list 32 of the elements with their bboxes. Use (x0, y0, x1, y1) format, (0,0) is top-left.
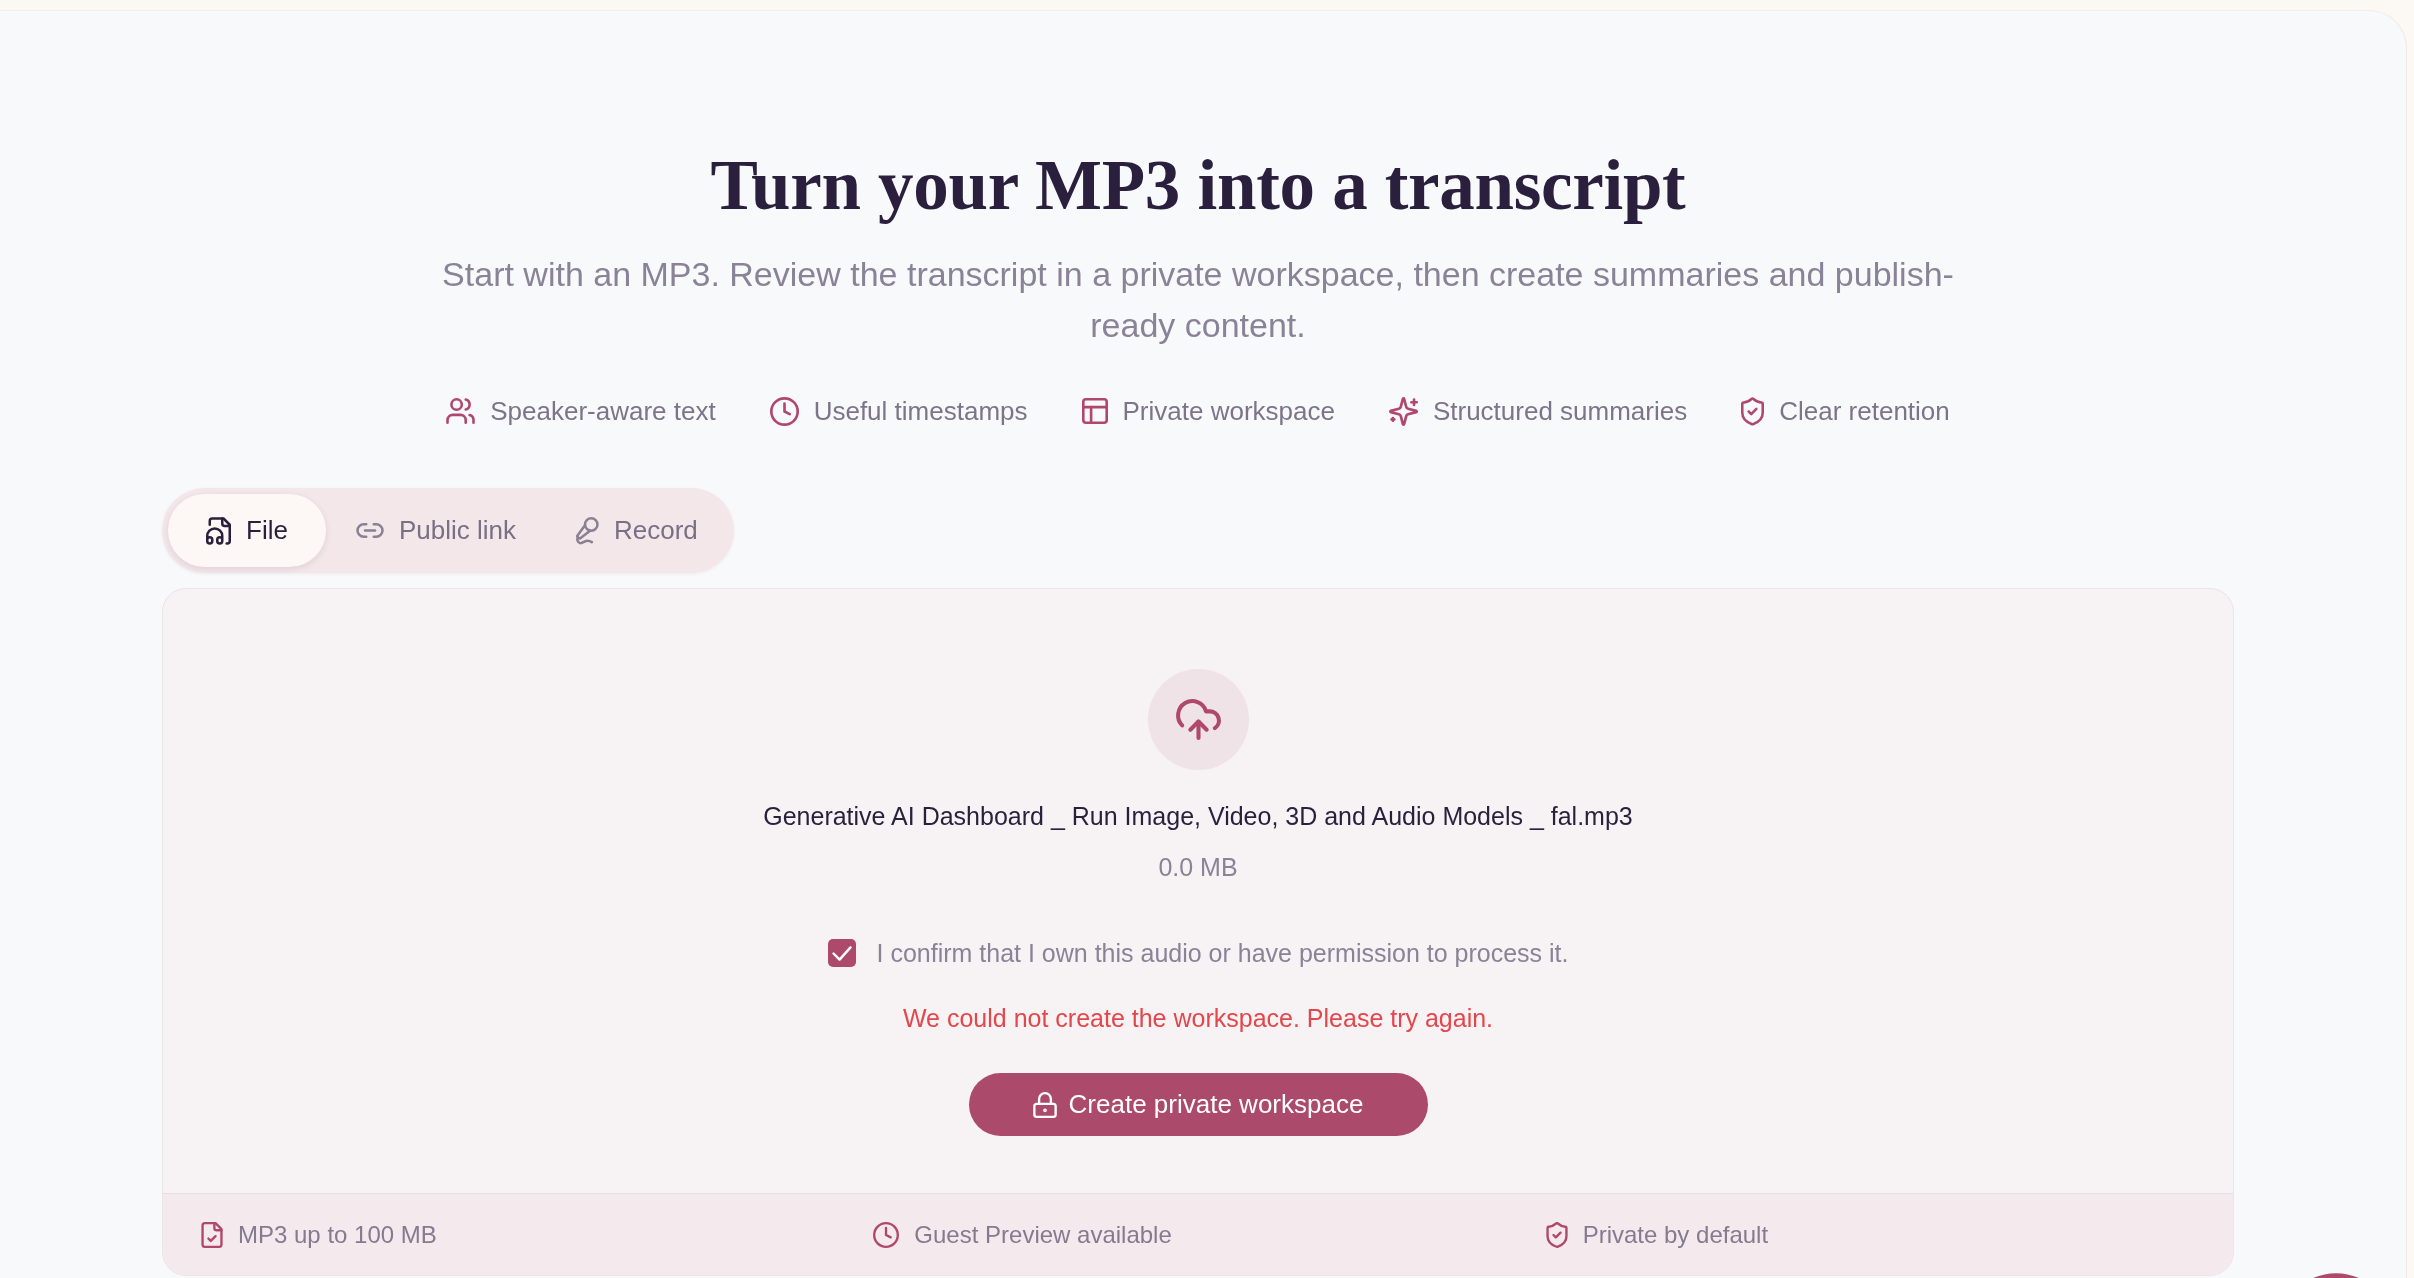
checkbox[interactable] (827, 939, 856, 967)
info-label: Guest Preview available (914, 1219, 1172, 1250)
panel-layout-icon (1081, 398, 1108, 424)
feature-label: Useful timestamps (813, 396, 1028, 426)
feature-label: Structured summaries (1432, 396, 1688, 426)
people-icon (446, 398, 476, 424)
shield-check-icon (1741, 396, 1765, 426)
sparkles-icon (1388, 396, 1418, 426)
page-title: Turn your MP3 into a transcript (710, 145, 1686, 225)
error-message: We could not create the workspace. Please try again. (902, 1003, 1494, 1033)
lock-icon (1032, 1091, 1057, 1118)
link-icon (355, 523, 384, 538)
page-subtitle: Start with an MP3. Review the transcript in a private workspace, then create summaries and publish-ready content. (441, 254, 1955, 346)
source-tab[interactable]: Record (545, 494, 728, 567)
clock-icon (769, 396, 799, 426)
file-name: Generative AI Dashboard _ Run Image, Video, 3D and Audio Models _ fal.mp3 (763, 801, 1633, 831)
consent-label: I confirm that I own this audio or have permission to process it. (876, 938, 1569, 968)
source-tab[interactable]: File (168, 494, 326, 567)
source-tab[interactable]: Public link (325, 494, 546, 567)
file-check-icon (201, 1221, 223, 1248)
feature-label: Private workspace (1122, 396, 1335, 426)
feature-label: Speaker-aware text (490, 396, 716, 426)
floating-button[interactable] (2313, 1273, 2359, 1278)
microphone-icon (575, 516, 599, 545)
file-headphones-icon (206, 516, 231, 545)
info-label: Private by default (1582, 1219, 1769, 1250)
create-workspace-button[interactable]: Create private workspace (968, 1073, 1428, 1136)
file-size: 0.0 MB (1158, 852, 1238, 882)
clock-icon (873, 1221, 900, 1248)
feature-label: Clear retention (1779, 396, 1950, 426)
info-label: MP3 up to 100 MB (238, 1219, 437, 1250)
shield-check-icon (1545, 1221, 1568, 1248)
